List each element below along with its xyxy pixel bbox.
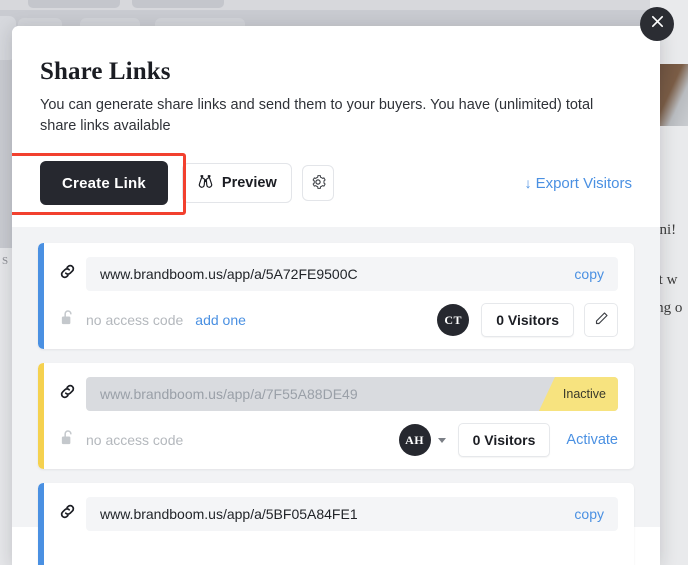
visitors-button[interactable]: 0 Visitors: [481, 303, 574, 337]
chain-link-icon: [58, 382, 80, 406]
list-item: www.brandboom.us/app/a/7F55A88DE49 Inact…: [38, 363, 634, 469]
status-accent-bar: [38, 483, 44, 565]
unlocked-padlock-icon: [60, 429, 80, 451]
modal-header: Share Links You can generate share links…: [12, 26, 660, 137]
browser-tab-2[interactable]: [132, 0, 224, 8]
gear-icon: [310, 174, 326, 193]
export-visitors-label: Export Visitors: [535, 174, 632, 192]
chain-link-icon: [58, 262, 80, 286]
unlocked-padlock-icon: [60, 309, 80, 331]
list-item: www.brandboom.us/app/a/5A72FE9500C copy …: [38, 243, 634, 349]
background-side-fragment: S: [2, 255, 9, 267]
copy-link-button[interactable]: copy: [574, 266, 604, 282]
preview-button[interactable]: Preview: [181, 163, 292, 203]
create-link-button[interactable]: Create Link: [40, 161, 168, 205]
edit-link-button[interactable]: [584, 303, 618, 337]
link-meta-row: no access code AH 0 Visitors Activate: [58, 423, 618, 457]
link-url-field[interactable]: www.brandboom.us/app/a/7F55A88DE49 Inact…: [86, 377, 618, 411]
pencil-icon: [594, 311, 609, 329]
modal-description: You can generate share links and send th…: [40, 97, 594, 134]
list-item: www.brandboom.us/app/a/5BF05A84FE1 copy: [38, 483, 634, 565]
preview-button-label: Preview: [221, 175, 277, 191]
link-url-row: www.brandboom.us/app/a/5A72FE9500C copy: [58, 257, 618, 291]
modal-action-row: Create Link Preview ↓ Export Visitors: [12, 153, 660, 215]
activate-link-button[interactable]: Activate: [566, 432, 618, 448]
share-links-modal: Share Links You can generate share links…: [12, 26, 660, 565]
copy-link-button[interactable]: copy: [574, 506, 604, 522]
browser-tab-1[interactable]: [28, 0, 120, 8]
close-icon: [650, 14, 665, 34]
link-url-text: www.brandboom.us/app/a/7F55A88DE49: [100, 386, 358, 402]
access-code-status: no access code: [86, 432, 184, 448]
add-access-code-link[interactable]: add one: [195, 312, 246, 328]
share-links-list: www.brandboom.us/app/a/5A72FE9500C copy …: [12, 227, 660, 565]
export-visitors-link[interactable]: ↓ Export Visitors: [525, 175, 632, 192]
page-title: Share Links: [40, 58, 171, 85]
link-url-field[interactable]: www.brandboom.us/app/a/5BF05A84FE1 copy: [86, 497, 618, 531]
visitors-button[interactable]: 0 Visitors: [457, 423, 551, 457]
link-url-text: www.brandboom.us/app/a/5BF05A84FE1: [100, 506, 358, 522]
chain-link-icon: [58, 502, 80, 526]
download-arrow-icon: ↓: [524, 174, 532, 191]
link-url-field[interactable]: www.brandboom.us/app/a/5A72FE9500C copy: [86, 257, 618, 291]
status-accent-bar: [38, 363, 44, 469]
link-url-text: www.brandboom.us/app/a/5A72FE9500C: [100, 266, 358, 282]
status-badge: Inactive: [538, 377, 618, 411]
binoculars-icon: [197, 174, 214, 193]
access-code-status: no access code: [86, 312, 184, 328]
link-settings-button[interactable]: [301, 165, 334, 201]
link-meta-row: no access code add one CT 0 Visitors: [58, 303, 618, 337]
chevron-down-icon[interactable]: [437, 437, 446, 443]
link-url-row: www.brandboom.us/app/a/7F55A88DE49 Inact…: [58, 377, 618, 411]
link-url-row: www.brandboom.us/app/a/5BF05A84FE1 copy: [58, 497, 618, 531]
avatar[interactable]: CT: [437, 304, 470, 336]
status-accent-bar: [38, 243, 44, 349]
close-modal-button[interactable]: [640, 7, 674, 41]
avatar[interactable]: AH: [398, 424, 431, 456]
